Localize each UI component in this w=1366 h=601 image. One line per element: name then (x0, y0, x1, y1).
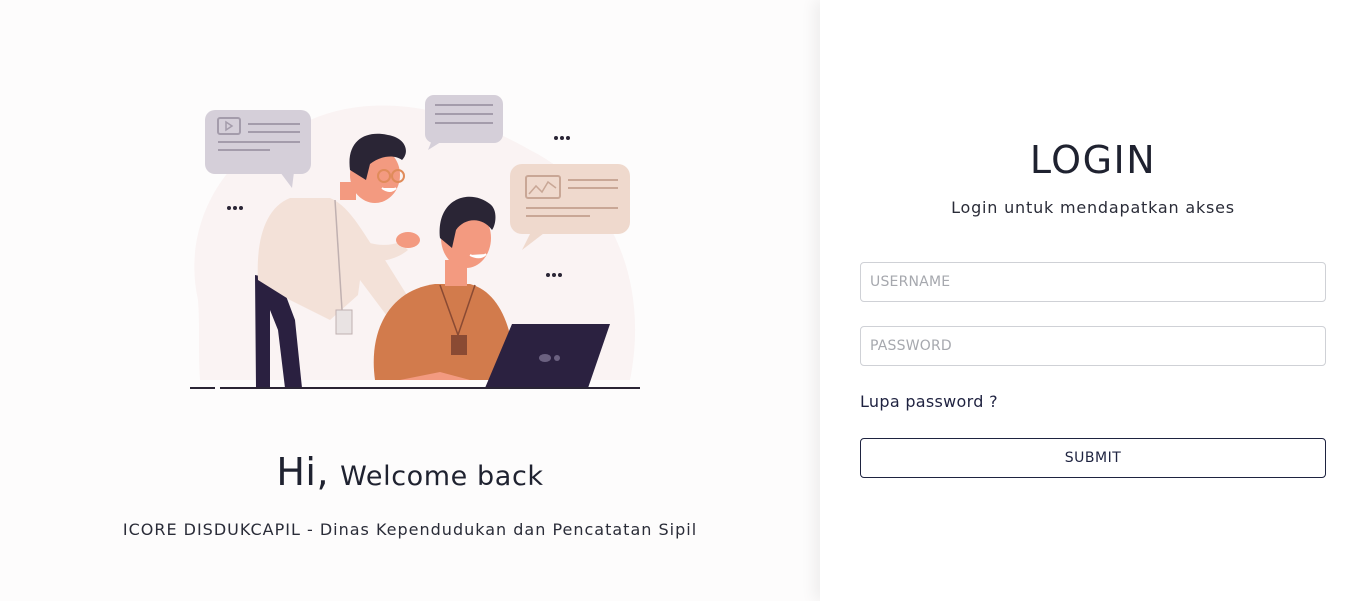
forgot-password-link[interactable]: Lupa password ? (860, 392, 998, 411)
team-working-illustration (190, 95, 640, 389)
password-input[interactable] (860, 326, 1326, 366)
login-subtitle: Login untuk mendapatkan akses (951, 198, 1235, 217)
message-bubble-icon (425, 95, 503, 150)
welcome-panel: Hi, Welcome back ICORE DISDUKCAPIL - Din… (0, 0, 820, 601)
organization-name: ICORE DISDUKCAPIL - Dinas Kependudukan d… (122, 520, 698, 539)
login-title: LOGIN (1029, 138, 1157, 182)
submit-button[interactable]: SUBMIT (860, 438, 1326, 478)
login-page: Hi, Welcome back ICORE DISDUKCAPIL - Din… (0, 0, 1366, 601)
welcome-text: Welcome back (340, 461, 544, 492)
welcome-heading: Hi, Welcome back (0, 450, 820, 494)
greeting-text: Hi, (276, 450, 330, 494)
login-panel: LOGIN Login untuk mendapatkan akses Lupa… (820, 0, 1366, 601)
username-input[interactable] (860, 262, 1326, 302)
